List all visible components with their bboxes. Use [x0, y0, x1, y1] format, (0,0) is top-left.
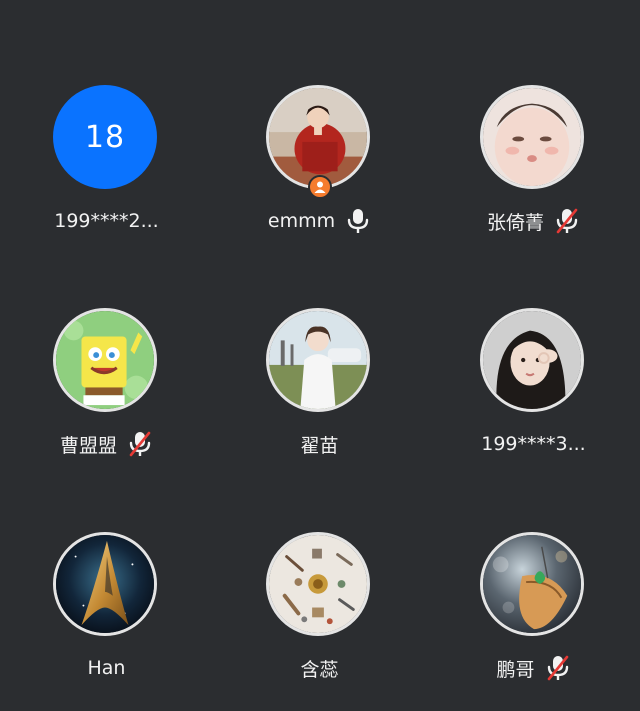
participant-name-row: Han — [0, 652, 213, 684]
insignia-avatar[interactable] — [53, 532, 157, 636]
mic-muted-icon — [547, 655, 568, 681]
participant-tile[interactable]: 曹盟盟 — [0, 223, 213, 457]
number-avatar[interactable]: 18 — [53, 85, 157, 189]
photo-avatar[interactable] — [480, 532, 584, 636]
photo-avatar[interactable] — [480, 85, 584, 189]
avatar-image — [483, 88, 581, 186]
photo-avatar[interactable] — [480, 308, 584, 412]
participant-tile[interactable]: Han — [0, 447, 213, 679]
avatar-image — [56, 535, 154, 633]
photo-avatar[interactable] — [266, 308, 370, 412]
participant-tile[interactable]: 鹏哥 — [427, 447, 640, 681]
participant-tile[interactable]: 张倚菁 — [427, 0, 640, 234]
participant-tile[interactable]: 199****3... — [427, 223, 640, 455]
participant-tile[interactable]: emmm — [213, 0, 426, 233]
avatar-image — [483, 311, 581, 409]
avatar-image — [483, 535, 581, 633]
photo-avatar[interactable] — [266, 85, 370, 189]
cartoon-avatar[interactable] — [53, 308, 157, 412]
avatar-image — [56, 311, 154, 409]
avatar-image — [269, 311, 367, 409]
participant-grid: 18 199****2... emmm 张倚菁 曹盟盟 翟苗 199****3.… — [0, 0, 640, 711]
participant-name: 含蕊 — [300, 658, 339, 681]
participant-name-row: 鹏哥 — [427, 652, 640, 684]
avatar-number: 18 — [84, 119, 126, 155]
participant-name: Han — [87, 657, 126, 679]
host-badge-icon — [308, 175, 332, 199]
participant-tile[interactable]: 含蕊 — [213, 447, 426, 681]
participant-name-row: 含蕊 — [213, 652, 426, 684]
avatar-image — [269, 535, 367, 633]
avatar-image — [269, 88, 367, 186]
illustration-avatar[interactable] — [266, 532, 370, 636]
participant-tile[interactable]: 翟苗 — [213, 223, 426, 457]
participant-tile[interactable]: 18 199****2... — [0, 0, 213, 232]
participant-name: 鹏哥 — [496, 658, 535, 681]
